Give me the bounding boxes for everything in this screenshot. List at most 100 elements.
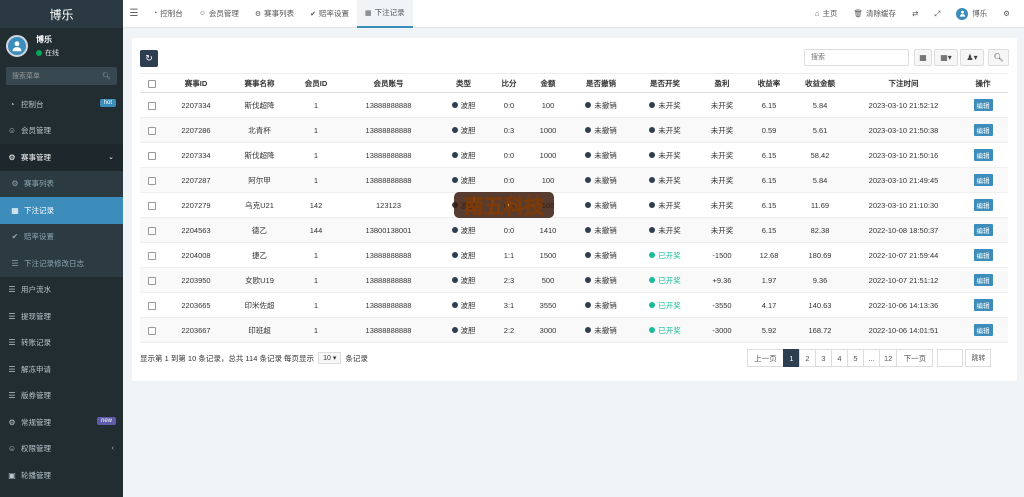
edit-button[interactable]: 编辑 — [973, 249, 993, 261]
status-dot-icon — [649, 302, 656, 308]
column-header: 比分 — [491, 73, 527, 93]
edit-button[interactable]: 编辑 — [973, 174, 993, 186]
edit-button[interactable]: 编辑 — [973, 274, 993, 286]
menu-toggle-icon[interactable]: ☰ — [123, 8, 145, 19]
cell-score: 0:0 — [491, 142, 527, 168]
page-number-button[interactable]: 2 — [799, 349, 816, 367]
page-number-button[interactable]: 4 — [831, 349, 848, 367]
column-header: 操作 — [958, 73, 1008, 93]
page-number-button[interactable]: 5 — [847, 349, 864, 367]
edit-button[interactable]: 编辑 — [973, 99, 993, 111]
row-checkbox[interactable] — [140, 267, 164, 293]
sidebar-item-0[interactable]: ◔ 控制台 hot — [0, 91, 123, 118]
sidebar-item-7[interactable]: ☰ 用户流水 — [0, 277, 123, 304]
refresh-button[interactable]: ↻ — [140, 50, 158, 67]
cell-time: 2022-10-08 18:50:37 — [849, 217, 958, 243]
sidebar-search-input[interactable]: 搜索菜单 🔍︎ — [6, 67, 117, 85]
edit-button[interactable]: 编辑 — [973, 299, 993, 311]
brand-logo[interactable]: 博乐 — [0, 0, 123, 28]
column-header: 类型 — [436, 73, 491, 93]
table-row: 2207286 北青杯 1 13888888888 波胆 0:3 1000 未撤销 未开奖 未开奖… — [140, 117, 1008, 143]
column-header: 收益率 — [747, 73, 791, 93]
home-link[interactable]: ⌂ 主页 — [807, 8, 846, 19]
user-menu[interactable]: 博乐 — [948, 7, 995, 20]
tab-1[interactable]: ☺ 会员管理 — [191, 0, 247, 28]
select-all-checkbox[interactable] — [140, 73, 164, 93]
row-checkbox[interactable] — [140, 292, 164, 318]
row-checkbox[interactable] — [140, 242, 164, 268]
sidebar-item-11[interactable]: ☰ 版券管理 — [0, 383, 123, 410]
sidebar-item-2[interactable]: ⚙ 赛事管理 ⌄ — [0, 144, 123, 171]
row-checkbox[interactable] — [140, 317, 164, 343]
sidebar-item-8[interactable]: ☰ 提现管理 — [0, 303, 123, 330]
page-number-button[interactable]: 3 — [815, 349, 832, 367]
sidebar-item-6[interactable]: ☰ 下注记录修改日志 — [0, 250, 123, 277]
sidebar-item-14[interactable]: ▣ 轮播管理 — [0, 462, 123, 489]
pagination: 上一页 1 2 3 4 5... 12 下一页 跳转 — [747, 349, 992, 367]
cell-time: 2023-03-10 21:10:30 — [849, 192, 958, 218]
status-dot-icon — [649, 152, 656, 158]
page-jump-button[interactable]: 跳转 — [965, 349, 992, 367]
cell-type: 波胆 — [436, 142, 491, 168]
row-checkbox[interactable] — [140, 167, 164, 193]
clear-cache-button[interactable]: 🗑︎ 清除缓存 — [845, 8, 904, 19]
sidebar-item-label: 提现管理 — [21, 311, 51, 321]
row-checkbox[interactable] — [140, 92, 164, 118]
sidebar-item-5[interactable]: ✔ 赔率设置 — [0, 223, 123, 250]
edit-button[interactable]: 编辑 — [973, 124, 993, 136]
sidebar-item-12[interactable]: ⚙ 常规管理 new — [0, 409, 123, 436]
sidebar-item-9[interactable]: ☰ 转账记录 — [0, 330, 123, 357]
next-page-button[interactable]: 下一页 — [896, 349, 934, 367]
prev-page-button[interactable]: 上一页 — [747, 349, 784, 367]
online-dot-icon — [36, 50, 42, 56]
columns-dropdown-button[interactable]: ▦▾ — [934, 49, 958, 66]
cell-drawn: 已开奖 — [633, 242, 697, 268]
cell-score: 2:3 — [491, 267, 527, 293]
tab-0[interactable]: ◔ 控制台 — [145, 0, 191, 28]
sidebar-item-1[interactable]: ☺ 会员管理 — [0, 118, 123, 145]
cell-match-name: 斯伐超降 — [228, 92, 291, 118]
row-checkbox[interactable] — [140, 217, 164, 243]
cell-match-name: 印班超 — [228, 317, 291, 343]
cell-score: 0:0 — [491, 92, 527, 118]
edit-button[interactable]: 编辑 — [973, 149, 993, 161]
edit-button[interactable]: 编辑 — [973, 324, 993, 336]
row-checkbox[interactable] — [140, 117, 164, 143]
page-size-select[interactable]: 10 ▾ — [318, 352, 342, 364]
advanced-search-button[interactable]: 🔍︎ — [988, 49, 1009, 66]
table-row: 2207334 斯伐超降 1 13888888888 波胆 0:0 1000 未撤销 未开奖 未开… — [140, 142, 1008, 168]
sidebar-item-label: 轮播管理 — [21, 470, 51, 480]
sidebar-item-3[interactable]: ⚙ 赛事列表 — [0, 170, 123, 197]
cell-score: 3:1 — [491, 292, 527, 318]
cell-actions: 编辑 — [958, 192, 1008, 218]
column-header: 是否开奖 — [633, 73, 697, 93]
list-icon: ☰ — [8, 285, 16, 295]
page-number-button[interactable]: 1 — [783, 349, 800, 367]
export-dropdown-button[interactable]: ♟▾ — [960, 49, 984, 66]
cell-income: 11.69 — [791, 192, 849, 218]
cell-drawn: 已开奖 — [633, 267, 697, 293]
tab-2[interactable]: ⚙ 赛事列表 — [247, 0, 302, 28]
tab-4[interactable]: ▦ 下注记录 — [357, 0, 413, 28]
cell-income: 168.72 — [791, 317, 849, 343]
gear-icon: ⚙ — [8, 417, 16, 427]
page-number-button[interactable]: 12 — [879, 349, 898, 367]
page-jump-input[interactable] — [937, 349, 964, 367]
tab-3[interactable]: ✔ 赔率设置 — [302, 0, 357, 28]
users-icon: ☺ — [7, 444, 17, 454]
sidebar-item-13[interactable]: ☺ 权限管理 ‹ — [0, 436, 123, 463]
cell-match-id: 2203950 — [164, 267, 228, 293]
fullscreen-icon[interactable]: ⤢ — [926, 9, 948, 19]
translate-icon[interactable]: ⇄ — [904, 9, 926, 18]
cell-actions: 编辑 — [958, 267, 1008, 293]
row-checkbox[interactable] — [140, 192, 164, 218]
settings-gear-icon[interactable]: ⚙ — [995, 9, 1018, 18]
edit-button[interactable]: 编辑 — [973, 199, 993, 211]
table-search-input[interactable] — [804, 49, 909, 66]
edit-button[interactable]: 编辑 — [973, 224, 993, 236]
sidebar-item-10[interactable]: ☰ 解冻申请 — [0, 356, 123, 383]
row-checkbox[interactable] — [140, 142, 164, 168]
toggle-view-button[interactable]: ▦ — [914, 49, 932, 66]
cell-income: 5.84 — [791, 92, 849, 118]
sidebar-item-4[interactable]: ▦ 下注记录 — [0, 197, 123, 224]
